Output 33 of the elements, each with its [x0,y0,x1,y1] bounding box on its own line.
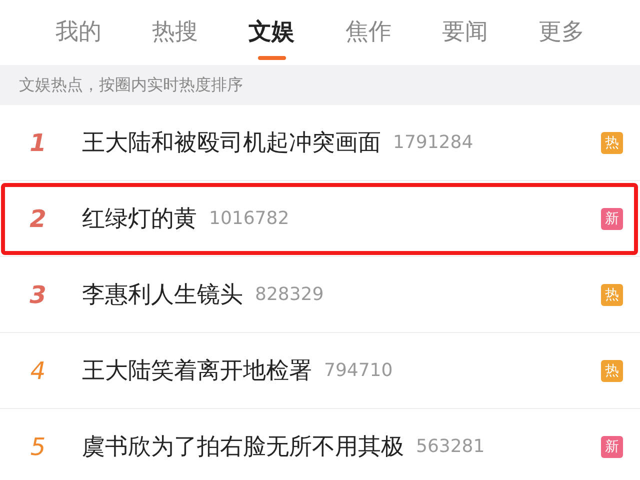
badge: 热 [601,360,623,382]
tab[interactable]: 焦作 [340,0,396,65]
tab[interactable]: 要闻 [436,0,493,65]
topic-title: 虞书欣为了拍右脸无所不用其极 [82,433,404,462]
heat-count: 1791284 [393,132,474,153]
tab[interactable]: 热搜 [146,0,203,65]
heat-count: 794710 [324,360,393,381]
topic-title: 王大陆和被殴司机起冲突画面 [82,129,381,158]
rank-number: 2 [28,204,48,232]
rank-number: 4 [29,356,47,384]
heat-count: 1016782 [209,208,290,229]
rank-number: 1 [28,128,48,156]
list-row[interactable]: 1 王大陆和被殴司机起冲突画面 1791284 热 [0,105,640,181]
tab[interactable]: 文娱 [244,0,300,65]
badge: 新 [601,208,623,230]
topic-title: 红绿灯的黄 [82,205,197,234]
badge: 热 [601,132,623,154]
list-row[interactable]: 3 李惠利人生镜头 828329 热 [0,257,640,333]
topic-title: 李惠利人生镜头 [82,281,243,310]
list-row[interactable]: 2 红绿灯的黄 1016782 新 [0,181,640,257]
topic-title: 王大陆笑着离开地检署 [82,357,312,386]
list-row[interactable]: 4 王大陆笑着离开地检署 794710 热 [0,333,640,409]
tab-underline [258,56,286,60]
tab[interactable]: 更多 [534,0,590,65]
rank-number: 3 [28,280,48,308]
heat-count: 828329 [255,284,324,305]
badge: 热 [601,284,623,306]
list-row[interactable]: 5 虞书欣为了拍右脸无所不用其极 563281 新 [0,409,640,480]
tab[interactable]: 我的 [50,0,106,65]
heat-count: 563281 [416,436,485,457]
rank-number: 5 [29,432,47,460]
badge: 新 [601,436,623,458]
subheader-text: 文娱热点，按圈内实时热度排序 [19,74,243,96]
